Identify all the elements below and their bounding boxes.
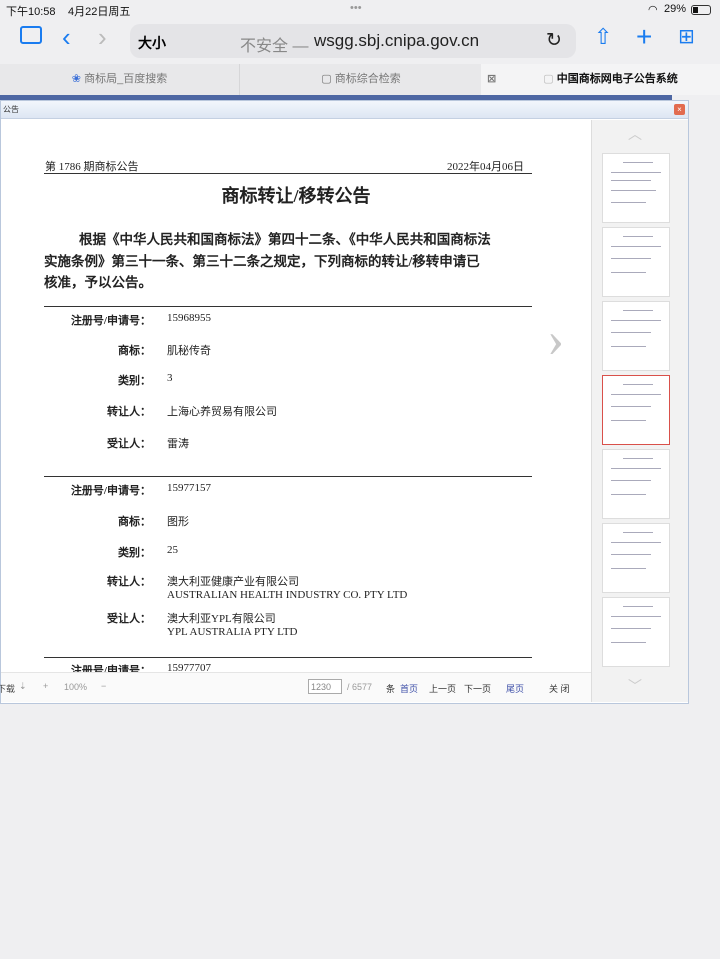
zoom-in-icon[interactable]: + bbox=[43, 681, 48, 691]
tab-overview-icon[interactable]: ⊞ bbox=[678, 24, 695, 49]
paragraph-line: 根据《中华人民共和国商标法》第四十二条、《中华人民共和国商标法 bbox=[79, 232, 491, 247]
tab-baidu[interactable]: ❀ 商标局_百度搜索 bbox=[0, 64, 240, 95]
next-page-link[interactable]: 下一页 bbox=[464, 682, 491, 695]
battery-level: 29% bbox=[664, 3, 687, 15]
prev-page-arrow-icon[interactable]: ‹ bbox=[1, 310, 4, 369]
reg-number: 15968955 bbox=[167, 312, 211, 324]
transferor: 上海心养贸易有限公司 bbox=[167, 406, 277, 418]
class: 25 bbox=[167, 544, 178, 556]
last-page-link[interactable]: 尾页 bbox=[506, 682, 524, 695]
tab-close-icon[interactable]: ⊠ bbox=[487, 64, 496, 95]
issue-date: 2022年04月06日 bbox=[447, 161, 524, 173]
browser-toolbar: ‹ › 大小 不安全 — wsgg.sbj.cnipa.gov.cn ↻ ⇧ +… bbox=[0, 20, 720, 62]
thumbnail-pane: ︿ ﹀ bbox=[591, 120, 688, 702]
insecure-label: 不安全 — bbox=[240, 38, 309, 55]
reg-number: 15977707 bbox=[167, 662, 211, 672]
thumbnail[interactable] bbox=[602, 153, 670, 223]
scroll-up-icon[interactable]: ︿ bbox=[628, 124, 642, 144]
paragraph-line: 核准，予以公告。 bbox=[44, 275, 152, 290]
class: 3 bbox=[167, 372, 173, 384]
divider bbox=[44, 173, 532, 174]
thumbnail[interactable] bbox=[602, 523, 670, 593]
close-icon[interactable]: × bbox=[674, 104, 685, 115]
download-icon[interactable]: ⇣ bbox=[19, 681, 27, 692]
new-tab-icon[interactable]: + bbox=[636, 21, 652, 53]
paragraph-line: 实施条例》第三十一条、第三十二条之规定，下列商标的转让/移转申请已 bbox=[44, 254, 480, 269]
reload-icon[interactable]: ↻ bbox=[546, 29, 562, 52]
unit-label: 条 bbox=[386, 684, 396, 694]
address-bar[interactable]: 大小 不安全 — wsgg.sbj.cnipa.gov.cn ↻ bbox=[130, 24, 576, 58]
transferee-en: YPL AUSTRALIA PTY LTD bbox=[167, 626, 298, 638]
next-page-arrow-icon[interactable]: › bbox=[547, 310, 564, 369]
transferor-en: AUSTRALIAN HEALTH INDUSTRY CO. PTY LTD bbox=[167, 589, 408, 601]
thumbnail[interactable] bbox=[602, 449, 670, 519]
baidu-paw-icon: ❀ bbox=[71, 73, 85, 85]
date: 4月22日周五 bbox=[68, 6, 131, 18]
page-icon: ▢ bbox=[321, 73, 335, 85]
transferor: 澳大利亚健康产业有限公司 bbox=[167, 576, 299, 588]
thumbnail[interactable] bbox=[602, 597, 670, 667]
close-button[interactable]: 关 闭 bbox=[549, 682, 570, 695]
transferee: 雷涛 bbox=[167, 438, 189, 450]
reg-number: 15977157 bbox=[167, 482, 211, 494]
page-icon: ▢ bbox=[543, 73, 557, 85]
zoom-level: 100% bbox=[64, 682, 88, 692]
wifi-icon: ◠ bbox=[648, 4, 658, 16]
page-title: 商标转让/移转公告 bbox=[221, 186, 371, 206]
tab-bar: ❀ 商标局_百度搜索 ▢ 商标综合检索 ⊠ ▢ 中国商标网电子公告系统 bbox=[0, 64, 720, 95]
issue-number: 第 1786 期商标公告 bbox=[45, 161, 139, 173]
sidebar-icon[interactable] bbox=[20, 26, 42, 44]
battery-icon bbox=[691, 5, 711, 15]
announcement-dialog: 公告 × 第 1786 期商标公告 2022年04月06日 商标转让/移转公告 … bbox=[0, 100, 689, 704]
document-view: 第 1786 期商标公告 2022年04月06日 商标转让/移转公告 根据《中华… bbox=[1, 120, 591, 672]
divider bbox=[44, 476, 532, 477]
total-count: / 6577 bbox=[347, 682, 373, 692]
zoom-out-icon[interactable]: − bbox=[101, 681, 106, 691]
page-input[interactable] bbox=[308, 679, 342, 694]
status-bar: 下午10:58 4月22日周五 ••• ◠ 29% bbox=[0, 0, 720, 20]
time: 下午10:58 bbox=[6, 6, 56, 18]
thumbnail[interactable] bbox=[602, 301, 670, 371]
multitask-dots[interactable]: ••• bbox=[350, 2, 362, 14]
first-page-link[interactable]: 首页 bbox=[400, 682, 418, 695]
divider bbox=[44, 657, 532, 658]
tab-announcement[interactable]: ⊠ ▢ 中国商标网电子公告系统 bbox=[481, 64, 720, 95]
prev-page-link[interactable]: 上一页 bbox=[429, 682, 456, 695]
back-icon[interactable]: ‹ bbox=[62, 22, 71, 53]
thumbnail[interactable] bbox=[602, 227, 670, 297]
thumbnail-selected[interactable] bbox=[602, 375, 670, 445]
forward-icon[interactable]: › bbox=[98, 22, 107, 53]
download-button[interactable]: 下载 bbox=[0, 682, 15, 695]
url-domain: wsgg.sbj.cnipa.gov.cn bbox=[314, 31, 480, 50]
mark-name: 图形 bbox=[167, 516, 189, 528]
divider bbox=[44, 306, 532, 307]
text-size-button[interactable]: 大小 bbox=[138, 33, 166, 53]
share-icon[interactable]: ⇧ bbox=[594, 24, 612, 50]
scroll-down-icon[interactable]: ﹀ bbox=[628, 676, 642, 696]
tab-search[interactable]: ▢ 商标综合检索 bbox=[241, 64, 481, 95]
transferee: 澳大利亚YPL有限公司 bbox=[167, 613, 276, 625]
mark-name: 肌秘传奇 bbox=[167, 345, 211, 357]
pager-toolbar: 下载 ⇣ + 100% − / 6577 条 首页 上一页 下一页 尾页 关 闭 bbox=[0, 672, 591, 702]
dialog-title: 公告 bbox=[1, 101, 688, 119]
